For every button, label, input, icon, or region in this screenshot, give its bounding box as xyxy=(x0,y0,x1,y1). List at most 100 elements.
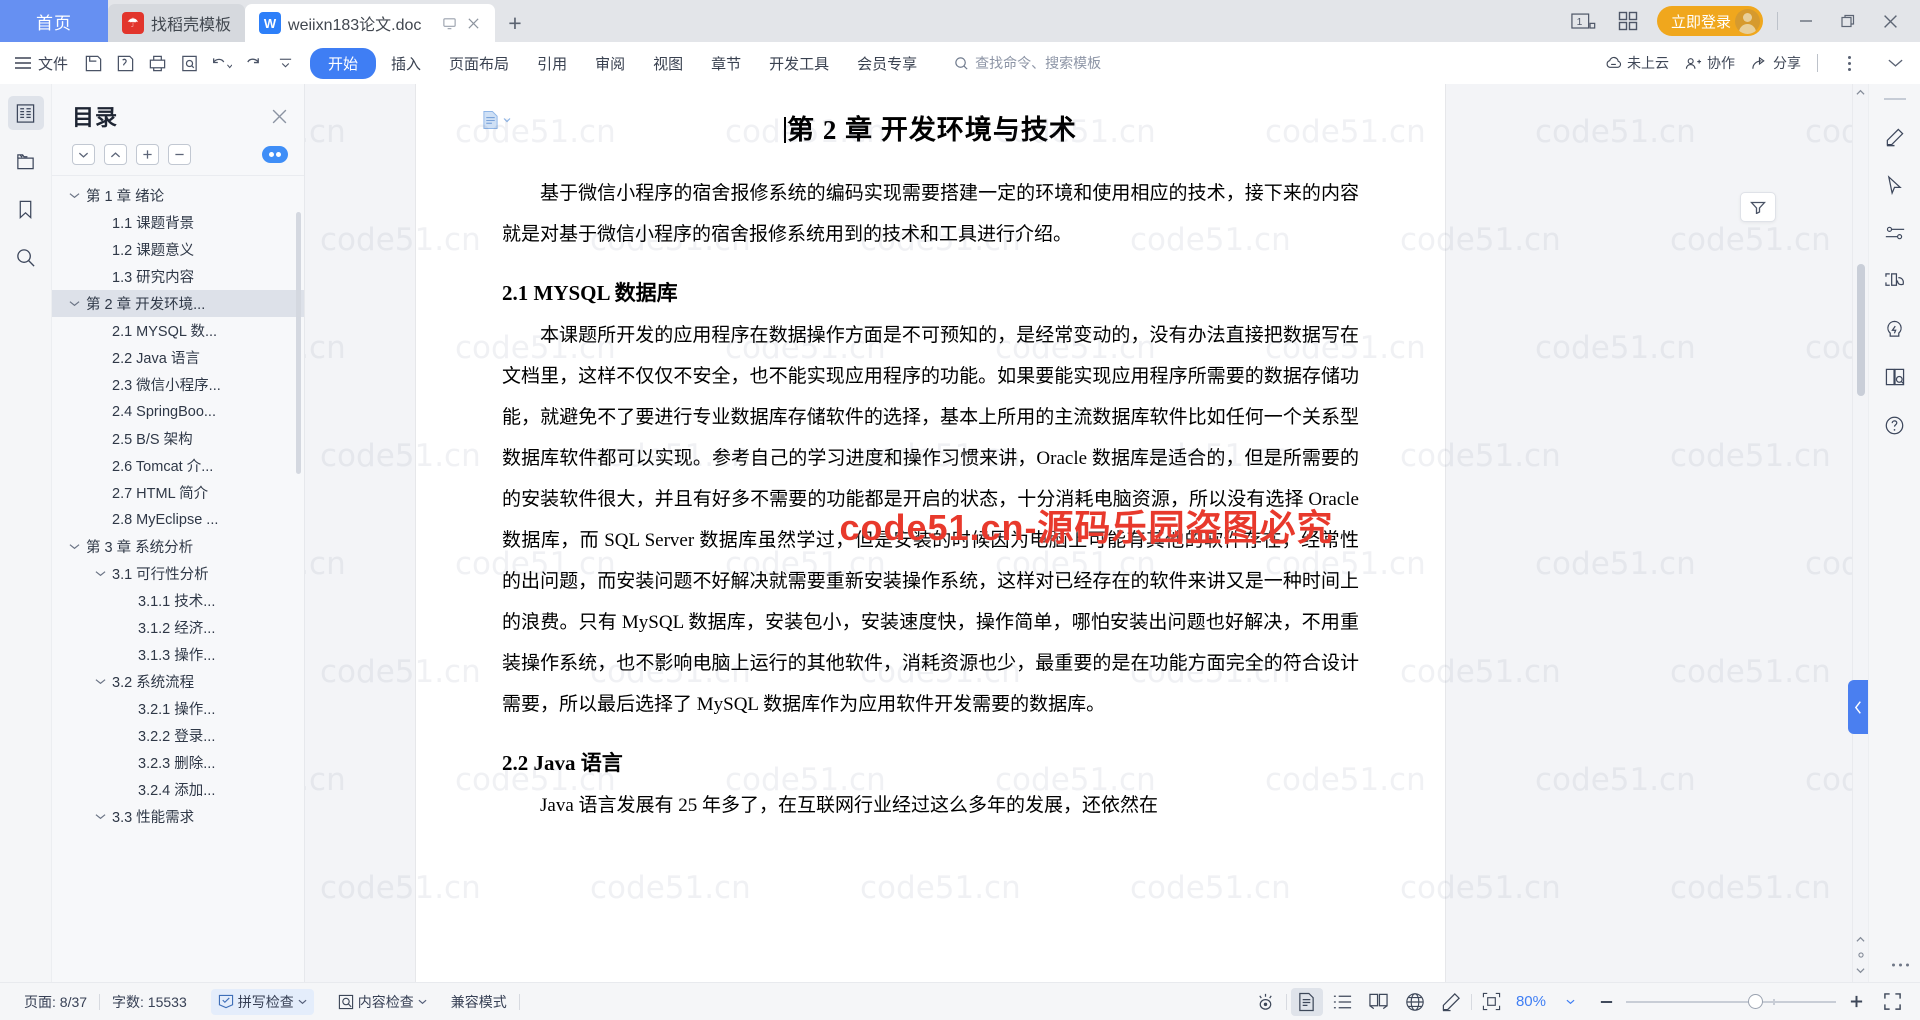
tab-home[interactable]: 开始 xyxy=(310,47,377,79)
scroll-up-icon[interactable] xyxy=(1853,84,1868,100)
tab-insert[interactable]: 插入 xyxy=(378,48,434,79)
sidebar-item-outline[interactable] xyxy=(7,96,44,130)
outline-item[interactable]: 第 3 章 系统分析 xyxy=(52,533,304,560)
file-menu-button[interactable]: 文件 xyxy=(10,53,76,74)
pen-icon[interactable] xyxy=(1878,122,1912,152)
cursor-icon[interactable] xyxy=(1878,170,1912,200)
outline-item[interactable]: 3.2.3 删除... xyxy=(52,749,304,776)
document-canvas[interactable]: 第 2 章 开发环境与技术 基于微信小程序的宿舍报修系统的编码实现需要搭建一定的… xyxy=(305,84,1868,982)
outline-item[interactable]: 1.1 课题背景 xyxy=(52,209,304,236)
home-tab[interactable]: 首页 xyxy=(0,0,108,42)
tab-view[interactable]: 视图 xyxy=(640,48,696,79)
chevron-down-icon[interactable] xyxy=(92,570,108,577)
vertical-scrollbar[interactable] xyxy=(1852,84,1868,982)
outline-view-button[interactable] xyxy=(1327,988,1359,1016)
zoom-level[interactable]: 80% xyxy=(1512,993,1550,1010)
book-search-icon[interactable] xyxy=(1878,362,1912,392)
chevron-down-icon[interactable] xyxy=(92,678,108,685)
expand-all-button[interactable] xyxy=(72,144,95,165)
outline-item[interactable]: 3.1.1 技术... xyxy=(52,587,304,614)
close-button[interactable] xyxy=(1876,8,1904,34)
new-tab-button[interactable]: + xyxy=(495,4,535,42)
save-icon[interactable] xyxy=(78,48,108,78)
outline-scrollbar[interactable] xyxy=(296,212,301,474)
reading-view-button[interactable] xyxy=(1363,988,1395,1016)
sidebar-item-search[interactable] xyxy=(8,240,44,274)
sidebar-item-sections[interactable] xyxy=(8,144,44,178)
scroll-nav-controls[interactable] xyxy=(1853,936,1868,974)
outline-item[interactable]: 3.2.4 添加... xyxy=(52,776,304,803)
save-as-icon[interactable] xyxy=(110,48,140,78)
chevron-down-icon[interactable] xyxy=(66,300,82,307)
zoom-slider[interactable] xyxy=(1626,988,1836,1016)
outline-item[interactable]: 1.2 课题意义 xyxy=(52,236,304,263)
print-icon[interactable] xyxy=(142,48,172,78)
page-count-icon[interactable]: 1 xyxy=(1569,8,1599,34)
outline-item[interactable]: 2.3 微信小程序... xyxy=(52,371,304,398)
word-count[interactable]: 字数: 15533 xyxy=(100,992,199,1012)
chevron-down-icon[interactable] xyxy=(66,543,82,550)
outline-item[interactable]: 2.6 Tomcat 介... xyxy=(52,452,304,479)
close-icon[interactable] xyxy=(271,108,288,125)
login-button[interactable]: 立即登录 xyxy=(1656,6,1763,36)
tab-developer[interactable]: 开发工具 xyxy=(756,48,842,79)
zoom-out-button[interactable] xyxy=(1590,988,1622,1016)
outline-item[interactable]: 2.1 MYSQL 数... xyxy=(52,317,304,344)
tab-document[interactable]: W weiixn183论文.doc xyxy=(245,4,496,42)
chevron-down-icon[interactable] xyxy=(92,813,108,820)
page-indicator[interactable]: 页面: 8/37 xyxy=(12,992,99,1012)
outline-item[interactable]: 3.1.3 操作... xyxy=(52,641,304,668)
cloud-status-button[interactable]: 未上云 xyxy=(1605,53,1669,73)
chevron-down-icon[interactable] xyxy=(66,192,82,199)
minimize-button[interactable] xyxy=(1792,8,1820,34)
tab-member[interactable]: 会员专享 xyxy=(844,48,930,79)
outline-item[interactable]: 2.5 B/S 架构 xyxy=(52,425,304,452)
increase-level-button[interactable] xyxy=(136,144,159,165)
panel-collapse-toggle[interactable] xyxy=(1848,680,1868,734)
tab-section[interactable]: 章节 xyxy=(698,48,754,79)
page-view-button[interactable] xyxy=(1290,987,1323,1016)
outline-item[interactable]: 1.3 研究内容 xyxy=(52,263,304,290)
chevron-down-icon[interactable] xyxy=(298,999,307,1005)
redo-icon[interactable] xyxy=(238,48,268,78)
outline-item[interactable]: 2.8 MyEclipse ... xyxy=(52,506,304,533)
fit-page-button[interactable] xyxy=(1476,988,1508,1016)
outline-item[interactable]: 2.7 HTML 简介 xyxy=(52,479,304,506)
scan-leaf-icon[interactable] xyxy=(1878,266,1912,296)
collapse-all-button[interactable] xyxy=(104,144,127,165)
sliders-icon[interactable] xyxy=(1878,218,1912,248)
outline-item[interactable]: 3.2 系统流程 xyxy=(52,668,304,695)
zoom-dropdown-icon[interactable] xyxy=(1554,988,1586,1016)
outline-item[interactable]: 3.1 可行性分析 xyxy=(52,560,304,587)
fullscreen-button[interactable] xyxy=(1876,988,1908,1016)
tab-docer-template[interactable]: ☂ 找稻壳模板 xyxy=(108,4,246,42)
contentcheck-button[interactable]: 内容检查 xyxy=(326,992,439,1012)
decrease-level-button[interactable] xyxy=(168,144,191,165)
tab-close-icon[interactable] xyxy=(467,17,480,30)
grid-icon[interactable] xyxy=(1613,8,1643,34)
outline-item[interactable]: 第 2 章 开发环境... xyxy=(52,290,304,317)
collapse-ribbon-icon[interactable] xyxy=(1880,48,1910,78)
outline-item[interactable]: 2.2 Java 语言 xyxy=(52,344,304,371)
scrollbar-thumb[interactable] xyxy=(1857,264,1865,396)
collaborate-button[interactable]: 协作 xyxy=(1685,53,1735,73)
customize-quick-access-icon[interactable] xyxy=(270,48,300,78)
tab-cast-icon[interactable] xyxy=(442,16,457,31)
outline-list[interactable]: 第 1 章 绪论 1.1 课题背景 1.2 课题意义 1.3 研究内容第 2 章 开发… xyxy=(52,175,304,982)
share-button[interactable]: 分享 xyxy=(1751,53,1801,73)
question-circle-icon[interactable] xyxy=(1878,410,1912,440)
zoom-in-button[interactable] xyxy=(1840,988,1872,1016)
outline-item[interactable]: 3.2.2 登录... xyxy=(52,722,304,749)
lightning-bulb-icon[interactable] xyxy=(1878,314,1912,344)
outline-item[interactable]: 2.4 SpringBoo... xyxy=(52,398,304,425)
search-input[interactable]: 查找命令、搜索模板 xyxy=(954,53,1101,73)
tab-references[interactable]: 引用 xyxy=(524,48,580,79)
outline-item[interactable]: 3.3 性能需求 xyxy=(52,803,304,830)
sidebar-item-bookmark[interactable] xyxy=(8,192,44,226)
outline-item[interactable]: 3.1.2 经济... xyxy=(52,614,304,641)
undo-icon[interactable] xyxy=(206,48,236,78)
web-view-button[interactable] xyxy=(1399,988,1431,1016)
more-vertical-icon[interactable] xyxy=(1834,48,1864,78)
print-preview-icon[interactable] xyxy=(174,48,204,78)
page-layout-icon[interactable] xyxy=(482,110,511,129)
